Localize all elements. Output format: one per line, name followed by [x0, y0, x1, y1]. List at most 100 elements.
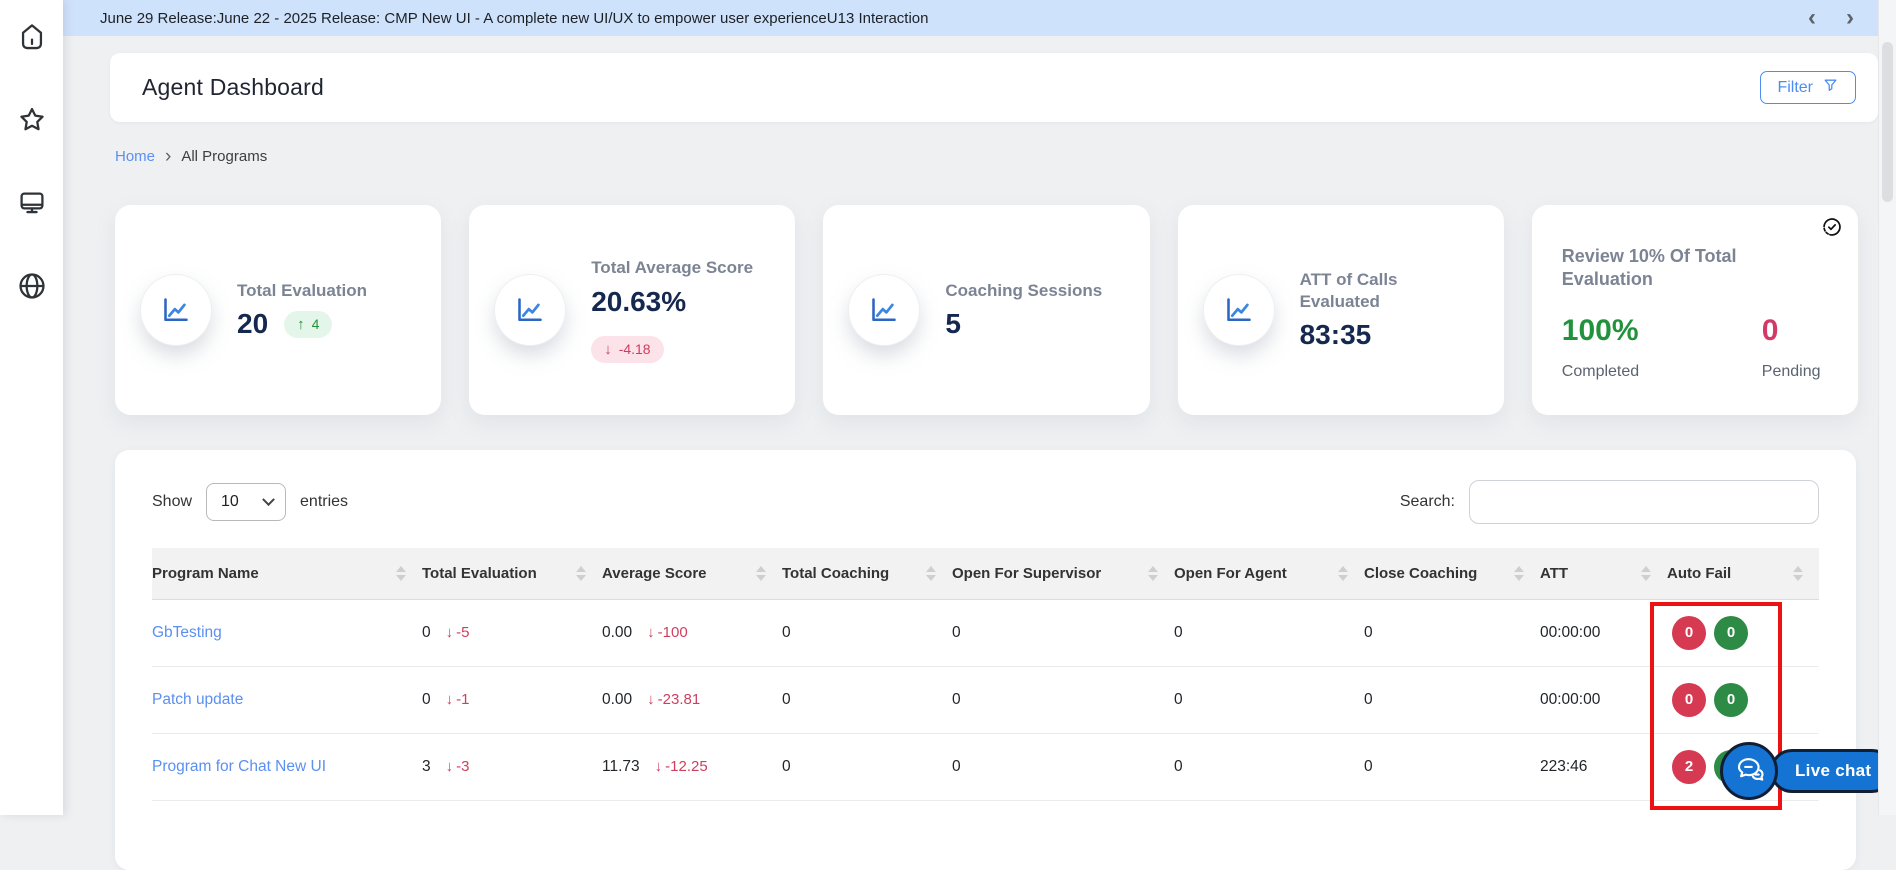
table-controls: Show 10 entries Search: — [115, 450, 1856, 524]
monitor-icon[interactable] — [15, 186, 49, 220]
auto-fail-red-badge: 0 — [1672, 682, 1706, 717]
release-banner: June 29 Release:June 22 - 2025 Release: … — [63, 0, 1878, 36]
cell-att: 223:46 — [1540, 733, 1667, 801]
globe-icon[interactable] — [15, 269, 49, 303]
page-title: Agent Dashboard — [142, 74, 325, 100]
arrow-up-icon: ↑ — [297, 315, 305, 333]
delta-value: 4 — [311, 316, 320, 333]
scrollbar-thumb[interactable] — [1882, 42, 1893, 202]
column-header-total-coaching[interactable]: Total Coaching — [782, 548, 952, 600]
breadcrumb-home-link[interactable]: Home — [115, 148, 155, 165]
banner-next-icon[interactable]: › — [1846, 6, 1854, 30]
live-chat-label[interactable]: Live chat — [1770, 749, 1895, 793]
column-header-close-coaching[interactable]: Close Coaching — [1364, 548, 1540, 600]
table-row: Program for Chat New UI 3 ↓ -3 11.73 ↓ -12.2… — [152, 733, 1819, 801]
left-nav-sidebar — [0, 0, 63, 815]
column-header-open-for-agent[interactable]: Open For Agent — [1174, 548, 1364, 600]
review-card: Review 10% Of Total Evaluation 100% Comp… — [1531, 205, 1858, 415]
breadcrumb: Home › All Programs — [115, 146, 267, 167]
line-chart-icon — [1203, 275, 1274, 345]
home-icon[interactable] — [15, 20, 49, 54]
sort-icon[interactable] — [396, 565, 406, 581]
stat-value: 83:35 — [1299, 318, 1372, 350]
column-header-auto-fail[interactable]: Auto Fail — [1667, 548, 1819, 600]
column-header-program-name[interactable]: Program Name — [152, 548, 422, 600]
sort-icon[interactable] — [1641, 565, 1651, 581]
programs-table: Program Name Total Evaluation Average Sc… — [152, 548, 1819, 801]
sort-icon[interactable] — [1148, 565, 1158, 581]
table-row: GbTesting 0 ↓ -5 0.00 ↓ -100 0 0 0 0 00:00:0… — [152, 599, 1819, 667]
cell-total-evaluation: 0 ↓ -5 — [422, 599, 602, 667]
search-input[interactable] — [1469, 480, 1819, 524]
filter-button-label: Filter — [1777, 78, 1813, 96]
arrow-down-icon: ↓ — [445, 757, 454, 775]
column-header-average-score[interactable]: Average Score — [602, 548, 782, 600]
sort-icon[interactable] — [576, 565, 586, 581]
table-row: Patch update 0 ↓ -1 0.00 ↓ -23.81 0 0 0 0 00… — [152, 666, 1819, 734]
breadcrumb-separator-icon: › — [165, 146, 172, 167]
stat-value: 20.63% — [591, 285, 687, 317]
cell-average-score: 0.00 ↓ -100 — [602, 599, 782, 667]
cell-open-for-supervisor: 0 — [952, 599, 1174, 667]
cell-close-coaching: 0 — [1364, 733, 1540, 801]
page-size-value: 10 — [221, 493, 239, 510]
column-header-open-for-supervisor[interactable]: Open For Supervisor — [952, 548, 1174, 600]
sort-icon[interactable] — [756, 565, 766, 581]
sort-icon[interactable] — [1793, 565, 1803, 581]
cell-open-for-agent: 0 — [1174, 733, 1364, 801]
cell-open-for-supervisor: 0 — [952, 733, 1174, 801]
arrow-down-icon: ↓ — [647, 690, 655, 708]
pending-value: 0 — [1761, 313, 1779, 347]
stat-title: ATT of Calls Evaluated — [1299, 270, 1398, 311]
sort-icon[interactable] — [1514, 565, 1524, 581]
column-header-total-evaluation[interactable]: Total Evaluation — [422, 548, 602, 600]
cell-total-evaluation: 3 ↓ -3 — [422, 733, 602, 801]
entries-label: entries — [300, 493, 349, 510]
stat-title: Total Average Score — [591, 258, 754, 278]
line-chart-icon — [849, 275, 920, 345]
filter-button[interactable]: Filter — [1760, 71, 1856, 104]
show-label: Show — [152, 493, 193, 510]
arrow-down-icon: ↓ — [445, 623, 454, 641]
program-link[interactable]: Program for Chat New UI — [152, 758, 326, 775]
star-icon[interactable] — [15, 103, 49, 137]
program-link[interactable]: Patch update — [152, 691, 243, 708]
cell-close-coaching: 0 — [1364, 599, 1540, 667]
stat-card-total-evaluation: Total Evaluation 20 ↑ 4 — [115, 205, 442, 415]
cell-total-coaching: 0 — [782, 733, 952, 801]
column-header-att[interactable]: ATT — [1540, 548, 1667, 600]
live-chat-widget[interactable]: Live chat — [1720, 742, 1895, 800]
cell-att: 00:00:00 — [1540, 666, 1667, 734]
cell-close-coaching: 0 — [1364, 666, 1540, 734]
stat-title: Coaching Sessions — [945, 280, 1103, 300]
stat-value: 20 — [237, 308, 269, 340]
chat-bubble-icon[interactable] — [1720, 742, 1778, 800]
cell-total-coaching: 0 — [782, 666, 952, 734]
banner-prev-icon[interactable]: ‹ — [1808, 6, 1816, 30]
delta-badge: ↑ 4 — [284, 310, 333, 338]
cell-att: 00:00:00 — [1540, 599, 1667, 667]
arrow-down-icon: ↓ — [647, 623, 655, 641]
cell-open-for-supervisor: 0 — [952, 666, 1174, 734]
program-link[interactable]: GbTesting — [152, 624, 222, 641]
cell-auto-fail: 00 — [1667, 599, 1819, 667]
review-card-title: Review 10% Of Total Evaluation — [1561, 246, 1737, 290]
stat-card-coaching-sessions: Coaching Sessions 5 — [823, 205, 1150, 415]
funnel-icon — [1822, 77, 1839, 99]
completed-label: Completed — [1561, 362, 1640, 380]
arrow-down-icon: ↓ — [604, 340, 612, 358]
cell-average-score: 0.00 ↓ -23.81 — [602, 666, 782, 734]
page-header: Agent Dashboard Filter — [110, 53, 1878, 122]
stat-card-total-average-score: Total Average Score 20.63% ↓ -4.18 — [469, 205, 796, 415]
pending-label: Pending — [1761, 362, 1821, 380]
delta-value: -4.18 — [618, 341, 651, 358]
page-scrollbar[interactable] — [1878, 0, 1896, 815]
search-label: Search: — [1399, 493, 1455, 510]
stat-title: Total Evaluation — [237, 280, 368, 300]
programs-table-card: Show 10 entries Search: Program Name Tot… — [115, 450, 1856, 870]
sort-icon[interactable] — [1338, 565, 1348, 581]
line-chart-icon — [495, 275, 566, 345]
sort-icon[interactable] — [926, 565, 936, 581]
cell-open-for-agent: 0 — [1174, 666, 1364, 734]
page-size-select[interactable]: 10 — [206, 483, 287, 521]
